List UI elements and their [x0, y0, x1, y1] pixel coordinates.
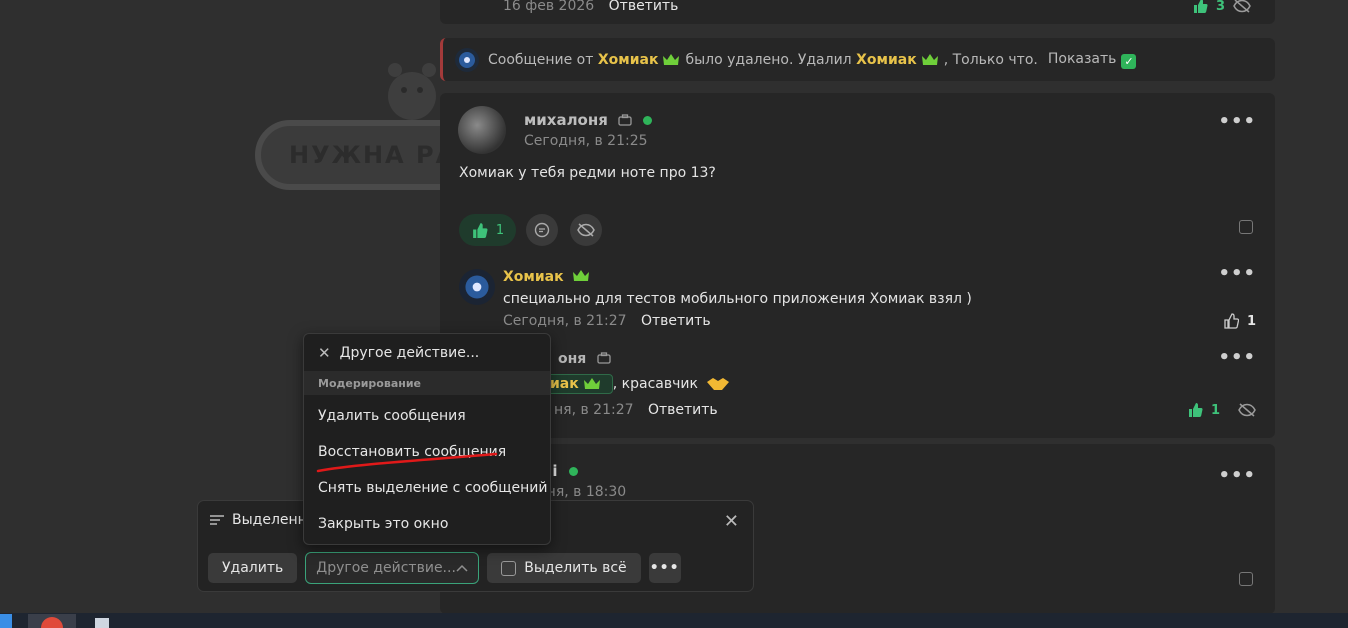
select-all-button[interactable]: Выделить всё [487, 553, 641, 583]
like-button[interactable]: 1 [459, 214, 516, 246]
thumbs-up-icon[interactable] [1187, 402, 1203, 418]
briefcase-icon [597, 352, 611, 364]
clan-logo-icon [465, 275, 489, 299]
online-indicator [568, 467, 578, 476]
checkmark-icon: ✓ [1121, 53, 1137, 69]
action-select-placeholder: Другое действие... [316, 560, 456, 576]
previous-comment: 16 фев 2026 Ответить 3 [440, 0, 1275, 24]
notice-prefix: Сообщение от [488, 51, 594, 68]
menu-item-deselect-messages[interactable]: Снять выделение с сообщений [304, 470, 550, 506]
more-options-button[interactable]: ••• [1218, 111, 1256, 132]
action-select[interactable]: Другое действие... [305, 552, 480, 584]
crown-icon [921, 53, 938, 65]
reply-time: Сегодня, в 21:27 [503, 313, 627, 329]
handshake-emoji-icon [706, 378, 729, 390]
avatar[interactable] [459, 269, 495, 305]
more-options-button[interactable]: ••• [1218, 465, 1256, 486]
thumbs-up-icon[interactable] [1223, 313, 1239, 329]
select-comment-checkbox[interactable] [1239, 220, 1253, 234]
action-menu: ✕ Другое действие... Модерирование Удали… [303, 333, 551, 545]
hide-eye-icon[interactable] [1238, 403, 1256, 417]
menu-header[interactable]: ✕ Другое действие... [304, 334, 550, 371]
reply-author[interactable]: Хомиак [503, 269, 595, 285]
menu-item-close-window[interactable]: Закрыть это окно [304, 506, 550, 542]
menu-item-delete-messages[interactable]: Удалить сообщения [304, 398, 550, 434]
comment-text: Хомиак у тебя редми ноте про 13? [459, 165, 716, 181]
mention-chip[interactable]: иак [543, 374, 613, 394]
notice-moderator[interactable]: Хомиак [856, 52, 917, 68]
delete-button[interactable]: Удалить [208, 553, 298, 583]
reply-button[interactable]: Ответить [609, 0, 679, 14]
show-label: Показать [1047, 50, 1117, 67]
reply-item: оня иак , красавчик ня, в 21:27 Ответить… [459, 347, 1256, 421]
show-button[interactable]: Показать ✓ [1048, 51, 1137, 69]
comment-card: михалоня Сегодня, в 21:25 ••• Хомиак у т… [440, 93, 1275, 438]
thumbs-up-icon[interactable] [1192, 0, 1208, 14]
like-count: 1 [495, 222, 505, 238]
comment-time: Сегодня, в 21:25 [524, 133, 648, 149]
taskbar-app-active[interactable] [28, 614, 76, 628]
notice-author[interactable]: Хомиак [598, 52, 659, 68]
reply-text: специально для тестов мобильного приложе… [503, 291, 972, 307]
menu-item-restore-messages[interactable]: Восстановить сообщения [304, 434, 550, 470]
select-all-label: Выделить всё [524, 560, 627, 576]
taskbar-app[interactable] [92, 614, 112, 628]
reply-item: Хомиак специально для тестов мобильного … [459, 263, 1256, 331]
close-icon[interactable]: ✕ [724, 511, 739, 532]
crown-icon [583, 378, 600, 389]
browser-icon [41, 617, 63, 628]
notice-middle: было удалено. Удалил [685, 51, 852, 68]
os-taskbar [0, 613, 1348, 628]
menu-header-label: Другое действие... [339, 344, 480, 361]
notice-suffix: , Только что. [943, 51, 1038, 68]
reply-time: ня, в 21:27 [554, 402, 634, 418]
like-count: 3 [1215, 0, 1225, 14]
hide-button[interactable] [570, 214, 602, 246]
close-icon[interactable]: ✕ [318, 344, 331, 362]
hide-eye-icon [577, 223, 595, 237]
chevron-up-icon [456, 564, 468, 572]
menu-group-label: Модерирование [304, 371, 550, 395]
windows-start-icon[interactable] [0, 614, 12, 628]
more-options-button[interactable]: ••• [648, 553, 681, 583]
like-count: 1 [1246, 313, 1256, 329]
more-options-button[interactable]: ••• [1218, 263, 1256, 284]
file-icon [95, 618, 109, 628]
online-indicator [643, 116, 653, 125]
crown-icon [663, 53, 680, 65]
comment-author[interactable]: михалоня [524, 111, 653, 129]
more-options-button[interactable]: ••• [1218, 347, 1256, 368]
clan-logo-icon [459, 51, 475, 68]
hide-eye-icon[interactable] [1233, 0, 1251, 13]
reply-text: , красавчик [612, 376, 698, 392]
select-all-checkbox[interactable] [501, 560, 517, 576]
avatar[interactable] [458, 106, 506, 154]
toolbar-title: Выделенн [210, 512, 307, 528]
comment-date: 16 фев 2026 [503, 0, 595, 14]
select-comment-checkbox[interactable] [1239, 572, 1253, 586]
avatar [455, 47, 479, 72]
hamster-mascot-icon [388, 63, 436, 120]
briefcase-icon [618, 114, 632, 126]
list-icon [210, 515, 224, 525]
reply-button[interactable]: Ответить [648, 402, 718, 418]
reply-button[interactable]: Ответить [641, 313, 711, 329]
speech-bubble-icon [534, 222, 550, 238]
like-count: 1 [1210, 402, 1220, 418]
crown-icon [573, 270, 590, 281]
deleted-message-notice: Сообщение от Хомиак было удалено. Удалил… [440, 38, 1275, 81]
reply-author[interactable]: оня [558, 351, 611, 367]
comment-reply-button[interactable] [526, 214, 558, 246]
thumbs-up-icon [472, 222, 488, 238]
